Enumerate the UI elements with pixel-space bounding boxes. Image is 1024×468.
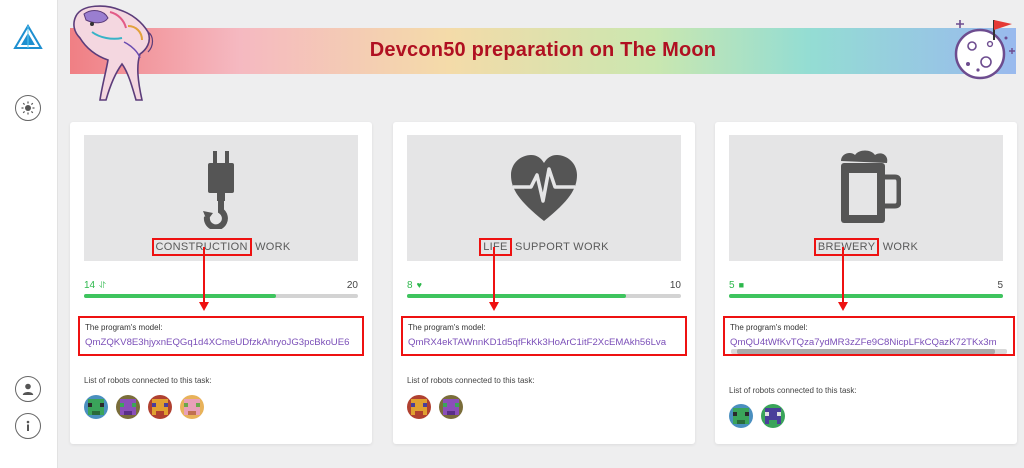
progress-fill [729, 294, 1003, 298]
info-button[interactable] [15, 413, 41, 439]
robots-label: List of robots connected to this task: [407, 376, 535, 385]
program-model-box: The program's model: QmQU4tWfKvTQza7ydMR… [723, 316, 1015, 356]
user-icon [22, 383, 34, 395]
task-card-construction[interactable]: CONSTRUCTION WORK 14 ⥯ 20 The program's m… [70, 122, 372, 444]
heartbeat-icon [511, 155, 577, 221]
card-image: BREWERY WORK [729, 135, 1003, 261]
profile-button[interactable] [15, 376, 41, 402]
header-banner: Devcon50 preparation on The Moon [70, 28, 1016, 74]
robots-label: List of robots connected to this task: [84, 376, 212, 385]
robots-list [84, 395, 204, 419]
annotation-arrow-line [493, 247, 495, 303]
goat-illustration [73, 5, 154, 101]
card-image: LIFE SUPPORT WORK [407, 135, 681, 261]
task-card-life-support[interactable]: LIFE SUPPORT WORK 8 ♥ 10 The program's mo… [393, 122, 695, 444]
annotation-arrowhead [199, 302, 209, 311]
annotation-arrowhead [489, 302, 499, 311]
plug-icon: ⥯ [99, 280, 106, 290]
horizontal-scrollbar[interactable] [731, 349, 1007, 354]
annotation-arrowhead [838, 302, 848, 311]
robot-avatar[interactable] [729, 404, 753, 428]
card-title: LIFE SUPPORT WORK [407, 238, 681, 256]
progress-current: 8 [407, 280, 413, 291]
robot-avatar[interactable] [761, 404, 785, 428]
robot-avatar[interactable] [439, 395, 463, 419]
model-hash[interactable]: QmZQKV8E3hjyxnEQGq1d4XCmeUDfzkAhryoJG3pc… [85, 337, 361, 348]
title-highlight: CONSTRUCTION [151, 238, 252, 256]
card-title: BREWERY WORK [729, 238, 1003, 256]
progress-bar [407, 294, 681, 298]
moon-flag-illustration [954, 20, 1015, 80]
program-model-box: The program's model: QmZQKV8E3hjyxnEQGq1… [78, 316, 364, 356]
robot-avatar[interactable] [116, 395, 140, 419]
model-label: The program's model: [408, 323, 486, 332]
progress-fill [407, 294, 627, 298]
model-label: The program's model: [85, 323, 163, 332]
scrollbar-thumb[interactable] [737, 349, 995, 354]
progress-total: 5 [997, 280, 1003, 291]
sun-icon [21, 101, 35, 115]
info-icon [26, 420, 30, 431]
robots-list [729, 404, 785, 428]
progress-bar [84, 294, 358, 298]
card-image: CONSTRUCTION WORK [84, 135, 358, 261]
title-highlight: LIFE [479, 238, 512, 256]
progress-row: 14 ⥯ 20 [84, 280, 358, 294]
progress-fill [84, 294, 276, 298]
annotation-arrow-line [203, 247, 205, 303]
title-highlight: BREWERY [813, 238, 880, 256]
robot-avatar[interactable] [180, 395, 204, 419]
progress-row: 5 ■ 5 [729, 280, 1003, 294]
progress-current: 5 [729, 280, 735, 291]
program-model-box: The program's model: QmRX4ekTAWnnKD1d5qf… [401, 316, 687, 356]
robot-avatar[interactable] [407, 395, 431, 419]
robot-avatar[interactable] [84, 395, 108, 419]
beer-icon: ■ [738, 280, 744, 290]
triangle-logo-icon[interactable] [13, 24, 43, 50]
card-title: CONSTRUCTION WORK [84, 238, 358, 256]
progress-current: 14 [84, 280, 96, 291]
beer-mug-icon [841, 150, 901, 223]
annotation-arrow-line [842, 247, 844, 303]
task-card-brewery[interactable]: BREWERY WORK 5 ■ 5 The program's model: Q… [715, 122, 1017, 444]
page-title: Devcon50 preparation on The Moon [369, 39, 717, 61]
model-label: The program's model: [730, 323, 808, 332]
progress-total: 20 [346, 280, 358, 291]
progress-bar [729, 294, 1003, 298]
model-hash[interactable]: QmRX4ekTAWnnKD1d5qfFkKk3HoArC1itF2XcEMAk… [408, 337, 684, 348]
heart-icon: ♥ [416, 280, 422, 290]
robots-list [407, 395, 463, 419]
model-hash[interactable]: QmQU4tWfKvTQza7ydMR3zZFe9C8NicpLFkCQazK7… [730, 337, 1010, 348]
progress-row: 8 ♥ 10 [407, 280, 681, 294]
sidebar [0, 0, 58, 468]
progress-total: 10 [669, 280, 681, 291]
robot-avatar[interactable] [148, 395, 172, 419]
robots-label: List of robots connected to this task: [729, 386, 857, 395]
crane-hook-icon [203, 151, 234, 229]
theme-toggle-button[interactable] [15, 95, 41, 121]
